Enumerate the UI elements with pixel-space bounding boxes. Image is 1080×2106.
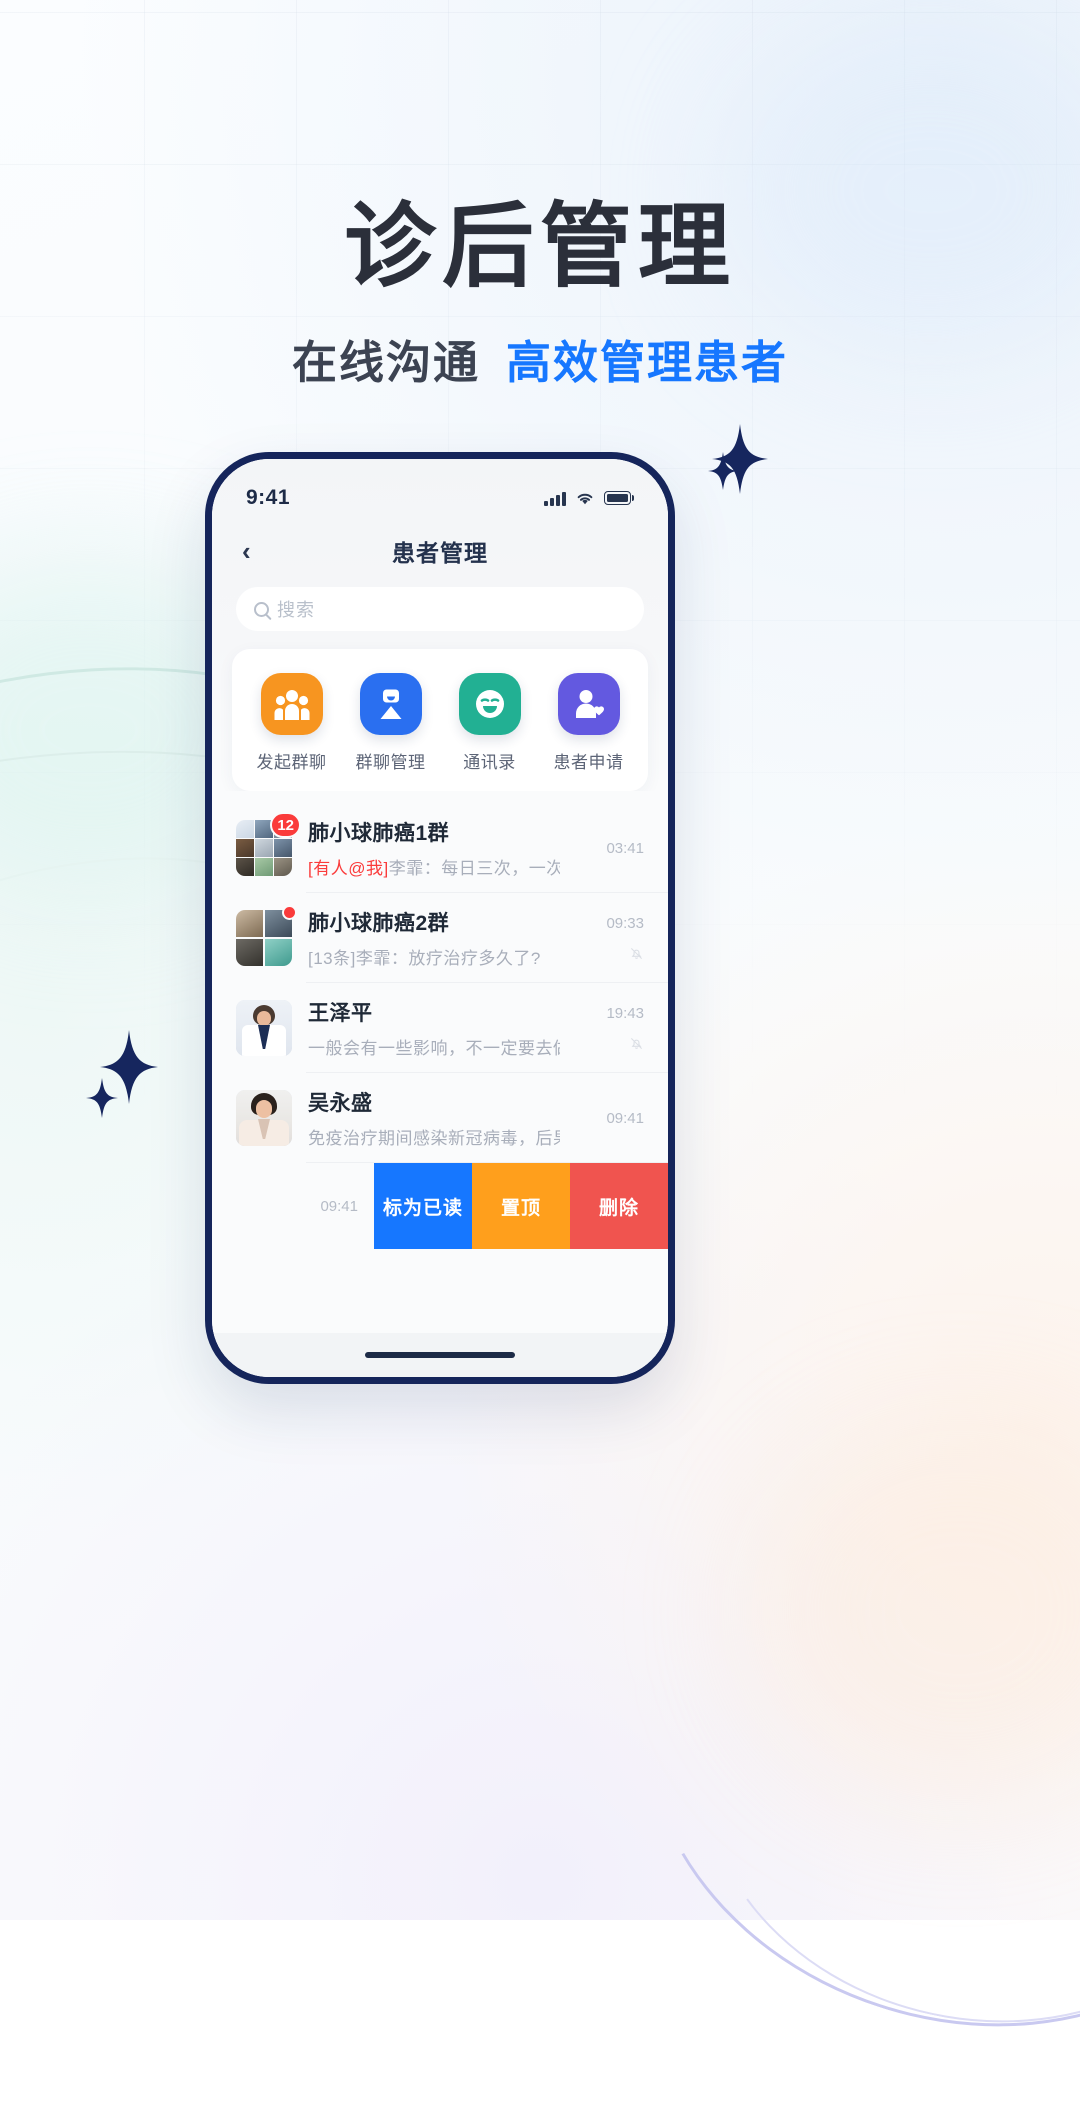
contact-photo (236, 1000, 292, 1056)
chat-content: 吴永盛 免疫治疗期间感染新冠病毒，后果可... (308, 1087, 560, 1149)
chat-content: 肺小球肺癌1群 [有人@我]李霏：每日三次，一次三片... (308, 817, 560, 879)
chat-preview: [13条]李霏：放疗治疗多久了? (308, 944, 560, 969)
quick-action-label: 群聊管理 (355, 753, 426, 772)
delete-button[interactable]: 删除 (570, 1163, 668, 1249)
chat-list-item-swiped[interactable]: 09:41 标为已读 置顶 删除 (212, 1163, 668, 1249)
chat-preview-text: [13条]李霏：放疗治疗多久了? (308, 949, 541, 968)
chat-name: 王泽平 (308, 1002, 373, 1025)
nav-bar: ‹ 患者管理 (212, 521, 668, 581)
chat-list-item[interactable]: 肺小球肺癌2群 [13条]李霏：放疗治疗多久了? 09:33 (212, 893, 668, 983)
home-indicator-area (212, 1333, 668, 1377)
unread-badge: 12 (270, 812, 301, 838)
pin-to-top-button[interactable]: 置顶 (472, 1163, 570, 1249)
screen-top-section: 9:41 ‹ 患者管理 搜索 发起群聊 群聊管理 通讯录 患者申请 (212, 459, 668, 791)
chat-timestamp: 09:41 (606, 1109, 644, 1127)
status-bar-indicators (544, 491, 634, 506)
chat-preview: [有人@我]李霏：每日三次，一次三片... (308, 854, 560, 879)
mute-bell-icon (630, 947, 643, 960)
search-input[interactable]: 搜索 (236, 587, 644, 631)
sparkle-icon-small-left (86, 1078, 118, 1118)
chat-timestamp: 09:33 (606, 915, 644, 932)
chevron-left-icon[interactable]: ‹ (242, 538, 251, 564)
search-placeholder: 搜索 (277, 600, 315, 620)
mark-as-read-button[interactable]: 标为已读 (374, 1163, 472, 1249)
chat-timestamp: 09:41 (320, 1197, 358, 1215)
chat-list-item[interactable]: 吴永盛 免疫治疗期间感染新冠病毒，后果可... 09:41 (212, 1073, 668, 1163)
quick-actions-card: 发起群聊 群聊管理 通讯录 患者申请 (232, 649, 648, 791)
page-title: 诊后管理 (343, 196, 736, 298)
sparkle-icon-small-right (708, 452, 738, 490)
quick-action-label: 发起群聊 (256, 753, 327, 772)
chat-meta: 03:41 (576, 840, 644, 857)
chat-meta: 19:43 (576, 1005, 644, 1051)
avatar (236, 905, 297, 966)
patient-apply-icon (557, 673, 620, 735)
quick-action-contacts[interactable]: 通讯录 (444, 673, 536, 773)
chat-content: 肺小球肺癌2群 [13条]李霏：放疗治疗多久了? (308, 907, 560, 969)
chat-meta: 09:41 (576, 1110, 644, 1127)
quick-action-label: 通讯录 (463, 753, 516, 772)
quick-action-patient-apply[interactable]: 患者申请 (543, 673, 635, 773)
status-bar-time: 9:41 (246, 486, 291, 509)
avatar (236, 1000, 292, 1056)
group-avatar-grid (236, 910, 292, 966)
chat-name: 肺小球肺癌2群 (308, 912, 450, 935)
phone-screen: 9:41 ‹ 患者管理 搜索 发起群聊 群聊管理 通讯录 患者申请 12 肺小球… (212, 459, 668, 1377)
nav-title: 患者管理 (392, 540, 488, 566)
cellular-bars-icon (544, 491, 566, 506)
unread-dot-badge (282, 905, 297, 920)
contacts-smile-icon (458, 673, 521, 735)
quick-action-group-manage[interactable]: 群聊管理 (345, 673, 437, 773)
wifi-icon (577, 493, 593, 504)
quick-action-group-chat[interactable]: 发起群聊 (246, 673, 338, 773)
chat-list: 12 肺小球肺癌1群 [有人@我]李霏：每日三次，一次三片... 03:41 (212, 791, 668, 1333)
chat-list-item[interactable]: 12 肺小球肺癌1群 [有人@我]李霏：每日三次，一次三片... 03:41 (212, 803, 668, 893)
mention-tag: [有人@我] (308, 859, 389, 878)
chat-preview: 一般会有一些影响，不一定要去做CT (308, 1034, 560, 1059)
swiped-row-meta: 09:41 (212, 1163, 374, 1249)
search-icon (254, 601, 269, 617)
battery-full-icon (604, 491, 634, 505)
mute-bell-icon (630, 1037, 643, 1050)
group-manage-icon (359, 673, 422, 735)
status-bar: 9:41 (212, 459, 668, 521)
chat-preview-text: 李霏：每日三次，一次三片... (388, 859, 560, 878)
subtitle-plain: 在线沟通 (291, 337, 480, 388)
chat-meta: 09:33 (576, 915, 644, 961)
chat-name: 肺小球肺癌1群 (308, 822, 450, 845)
phone-mockup: 9:41 ‹ 患者管理 搜索 发起群聊 群聊管理 通讯录 患者申请 12 肺小球… (205, 452, 675, 1384)
chat-timestamp: 19:43 (606, 1005, 644, 1022)
chat-timestamp: 03:41 (606, 839, 644, 857)
search-bar-wrap: 搜索 (212, 581, 668, 649)
chat-preview-text: 一般会有一些影响，不一定要去做CT (308, 1039, 560, 1058)
chat-name: 吴永盛 (308, 1092, 373, 1115)
subtitle-accent: 高效管理患者 (506, 337, 789, 388)
chat-preview: 免疫治疗期间感染新冠病毒，后果可... (308, 1124, 560, 1149)
group-chat-icon (260, 673, 323, 735)
avatar (236, 1090, 292, 1146)
home-indicator[interactable] (365, 1352, 515, 1358)
quick-action-label: 患者申请 (553, 753, 624, 772)
chat-content: 王泽平 一般会有一些影响，不一定要去做CT (308, 997, 560, 1059)
page-subtitle: 在线沟通 高效管理患者 (0, 326, 1080, 391)
contact-photo (236, 1090, 292, 1146)
chat-list-item[interactable]: 王泽平 一般会有一些影响，不一定要去做CT 19:43 (212, 983, 668, 1073)
avatar: 12 (236, 812, 301, 876)
chat-preview-text: 免疫治疗期间感染新冠病毒，后果可... (308, 1129, 560, 1148)
